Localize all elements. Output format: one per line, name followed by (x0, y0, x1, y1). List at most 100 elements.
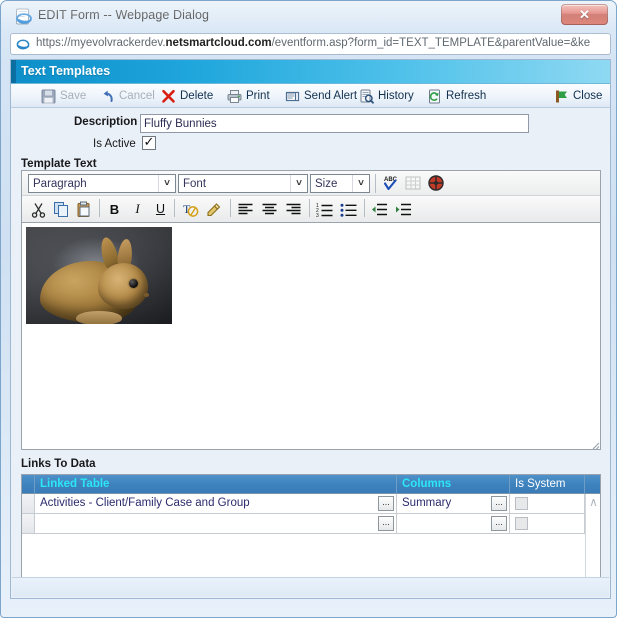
columns-picker-button[interactable]: ... (491, 496, 507, 511)
grid-header-is-system[interactable]: Is System (510, 475, 585, 494)
window-close-button[interactable]: ✕ (561, 4, 608, 25)
is-system-checkbox (515, 517, 528, 530)
editor-toolbar-row-1: Paragraph ˅ Font ˅ Size ˅ ABC (22, 171, 600, 196)
print-button[interactable]: Print (224, 86, 273, 106)
description-label: Description (74, 116, 138, 128)
align-left-icon[interactable] (235, 199, 256, 219)
url-prefix: https://myevolvrackerdev. (36, 37, 166, 49)
copy-icon[interactable] (51, 199, 72, 219)
columns-picker-button[interactable]: ... (491, 516, 507, 531)
svg-text:3: 3 (316, 213, 319, 218)
refresh-label: Refresh (446, 90, 487, 102)
is-system-checkbox (515, 497, 528, 510)
cell-linked-table[interactable] (35, 514, 397, 533)
editor-resize-handle[interactable] (588, 437, 600, 449)
toolbar-separator (230, 199, 231, 217)
cancel-button[interactable]: Cancel (97, 86, 158, 106)
undo-arrow-icon (100, 89, 115, 104)
url-domain: netsmartcloud.com (165, 37, 272, 49)
delete-label: Delete (180, 90, 214, 102)
page-title: Text Templates (21, 64, 111, 78)
save-label: Save (60, 90, 87, 102)
refresh-button[interactable]: Refresh (424, 86, 489, 106)
grid-header-linked-table[interactable]: Linked Table (35, 475, 397, 494)
rabbit-photo[interactable] (26, 227, 172, 324)
cell-is-system (510, 494, 585, 513)
description-input[interactable] (140, 114, 529, 133)
save-button[interactable]: Save (38, 86, 89, 106)
linked-table-picker-button[interactable]: ... (378, 516, 394, 531)
rabbit-eye (129, 279, 138, 288)
font-color-icon[interactable]: T (180, 199, 201, 219)
delete-button[interactable]: Delete (158, 86, 216, 106)
grid-header-row: Linked Table Columns Is System (22, 475, 600, 494)
linked-table-picker-button[interactable]: ... (378, 496, 394, 511)
links-to-data-label: Links To Data (21, 458, 96, 470)
cell-is-system (510, 514, 585, 533)
align-right-icon[interactable] (283, 199, 304, 219)
table-row[interactable]: Activities - Client/Family Case and Grou… (22, 494, 600, 514)
internet-explorer-icon (15, 8, 32, 25)
table-row[interactable]: ... ... (22, 514, 600, 534)
scroll-up-icon[interactable]: ∧ (587, 496, 600, 509)
header-accent-bar (11, 60, 16, 83)
status-bar (12, 577, 609, 597)
cancel-label: Cancel (119, 90, 155, 102)
font-family-value: Font (183, 177, 207, 190)
row-selector[interactable] (22, 514, 35, 533)
indent-icon[interactable] (393, 199, 414, 219)
send-alert-button[interactable]: Send Alert (282, 86, 360, 106)
chevron-down-icon: ˅ (352, 175, 369, 192)
paragraph-style-select[interactable]: Paragraph ˅ (28, 174, 176, 193)
font-size-value: Size (315, 177, 338, 190)
font-size-select[interactable]: Size ˅ (310, 174, 370, 193)
grid-header-columns[interactable]: Columns (397, 475, 510, 494)
cell-linked-table[interactable]: Activities - Client/Family Case and Grou… (35, 494, 397, 513)
title-bar: EDIT Form -- Webpage Dialog ✕ (3, 3, 616, 31)
editor-toolbar-row-2: B I U T 1 2 3 (22, 196, 600, 223)
print-label: Print (246, 90, 270, 102)
exit-door-icon (554, 89, 569, 104)
page-header-band: Text Templates (11, 60, 610, 84)
history-label: History (378, 90, 414, 102)
refresh-icon (427, 89, 442, 104)
address-bar[interactable]: https://myevolvrackerdev.netsmartcloud.c… (10, 33, 611, 55)
bold-icon[interactable]: B (104, 199, 125, 219)
unordered-list-icon[interactable] (338, 199, 359, 219)
checkmark-icon: ✓ (143, 134, 155, 149)
row-selector[interactable] (22, 494, 35, 513)
editor-content-area[interactable] (22, 223, 600, 449)
close-toolbar-label: Close (573, 90, 603, 102)
toolbar-separator (174, 199, 175, 217)
history-button[interactable]: History (356, 86, 417, 106)
toolbar-separator (99, 199, 100, 217)
close-toolbar-button[interactable]: Close (551, 86, 605, 106)
align-center-icon[interactable] (259, 199, 280, 219)
italic-icon[interactable]: I (127, 199, 148, 219)
cut-icon[interactable] (28, 199, 49, 219)
outdent-icon[interactable] (369, 199, 390, 219)
rabbit-paw (76, 311, 122, 324)
rabbit-head (98, 263, 148, 309)
address-url: https://myevolvrackerdev.netsmartcloud.c… (36, 37, 610, 49)
underline-icon[interactable]: U (150, 199, 171, 219)
is-active-label: Is Active (93, 138, 136, 150)
dialog-window: EDIT Form -- Webpage Dialog ✕ https://my… (0, 0, 617, 618)
envelope-icon (285, 89, 300, 104)
window-title: EDIT Form -- Webpage Dialog (38, 8, 210, 22)
paste-icon[interactable] (74, 199, 95, 219)
url-suffix: /eventform.asp?form_id=TEXT_TEMPLATE&par… (271, 37, 591, 49)
is-active-checkbox[interactable]: ✓ (142, 134, 156, 150)
insert-table-icon[interactable] (402, 173, 423, 193)
chevron-down-icon: ˅ (158, 175, 175, 192)
font-family-select[interactable]: Font ˅ (178, 174, 308, 193)
ordered-list-icon[interactable]: 1 2 3 (314, 199, 335, 219)
grid-corner-cell (22, 475, 35, 494)
chevron-down-icon: ˅ (290, 175, 307, 192)
dialog-page: Text Templates Save Cancel Delete Print … (10, 59, 611, 599)
spell-check-icon[interactable]: ABC (379, 173, 400, 193)
paragraph-style-value: Paragraph (33, 177, 87, 190)
insert-datetime-icon[interactable] (425, 173, 446, 193)
table-row-empty (22, 534, 600, 554)
highlight-color-icon[interactable] (203, 199, 224, 219)
